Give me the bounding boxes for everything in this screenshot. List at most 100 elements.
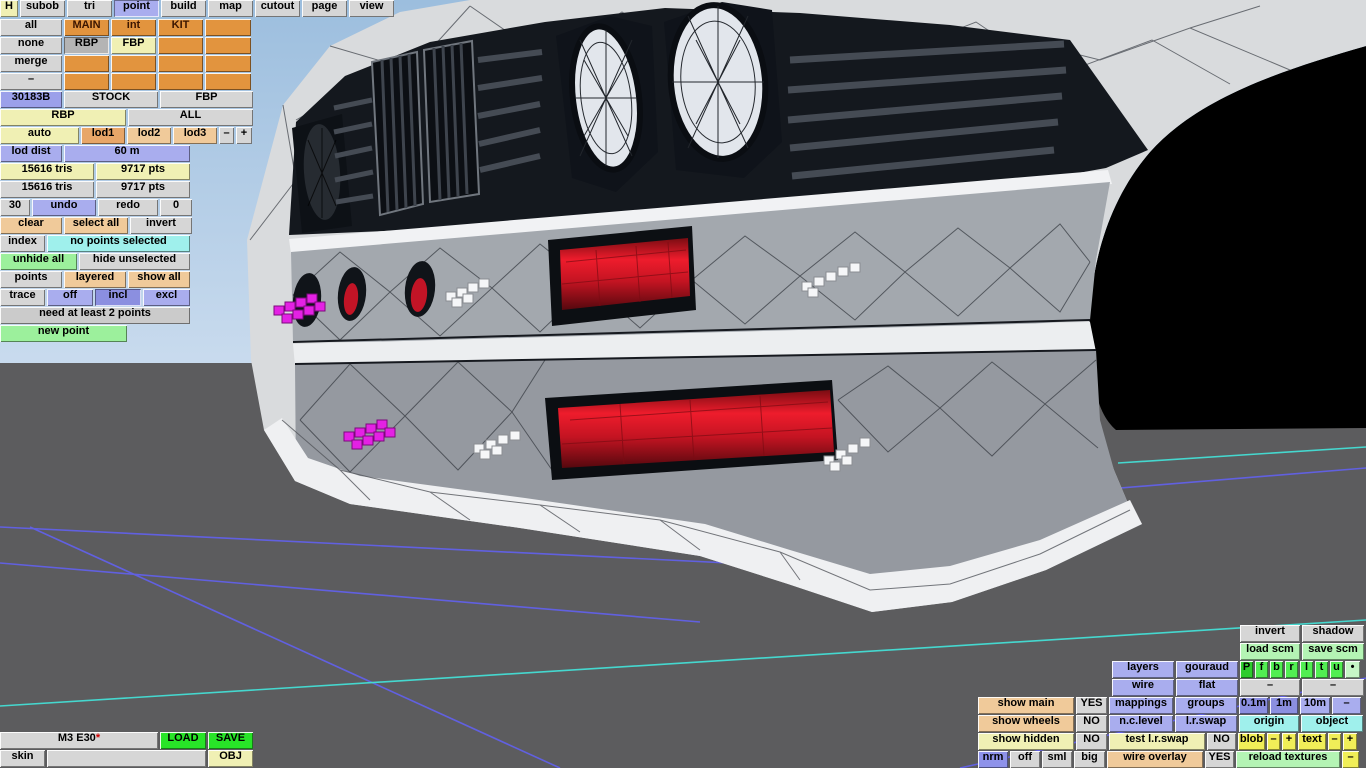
subob-slot-empty[interactable] xyxy=(205,73,251,90)
trace-off-button[interactable]: off xyxy=(47,289,93,306)
new-point-button[interactable]: new point xyxy=(0,325,127,342)
lod1-button[interactable]: lod1 xyxy=(81,127,125,144)
nrm-off-button[interactable]: off xyxy=(1010,751,1040,768)
subob-all-button[interactable]: all xyxy=(0,19,62,36)
reload-textures-button[interactable]: reload textures xyxy=(1236,751,1340,768)
text-button[interactable]: text xyxy=(1298,733,1326,750)
corner-dash-button[interactable]: – xyxy=(1342,751,1359,768)
subob-slot-empty[interactable] xyxy=(64,55,109,72)
menu-h[interactable]: H xyxy=(0,0,18,17)
subob-dash-button[interactable]: – xyxy=(0,73,62,90)
nrm-sml-button[interactable]: sml xyxy=(1042,751,1072,768)
gouraud-button[interactable]: gouraud xyxy=(1176,661,1238,678)
grid-dash-button[interactable]: – xyxy=(1332,697,1361,714)
load-button[interactable]: LOAD xyxy=(160,732,206,749)
wire-button[interactable]: wire xyxy=(1112,679,1174,696)
trace-incl-button[interactable]: incl xyxy=(95,289,141,306)
invert-shadow-button[interactable]: invert xyxy=(1240,625,1300,642)
object-button[interactable]: object xyxy=(1301,715,1363,732)
lod-minus-button[interactable]: – xyxy=(219,127,234,144)
channel-r-button[interactable]: r xyxy=(1285,661,1298,678)
dash-button-1[interactable]: – xyxy=(1240,679,1300,696)
subob-kit-button[interactable]: KIT xyxy=(158,19,203,36)
show-hidden-value[interactable]: NO xyxy=(1076,733,1107,750)
nrm-button[interactable]: nrm xyxy=(978,751,1008,768)
obj-button[interactable]: OBJ xyxy=(208,750,253,767)
menu-page[interactable]: page xyxy=(302,0,347,17)
layers-button[interactable]: layers xyxy=(1112,661,1174,678)
show-hidden-button[interactable]: show hidden xyxy=(978,733,1074,750)
show-wheels-value[interactable]: NO xyxy=(1076,715,1107,732)
grid-1m-button[interactable]: 1m xyxy=(1270,697,1298,714)
skin-button[interactable]: skin xyxy=(0,750,45,767)
grid-01m-button[interactable]: 0.1m xyxy=(1239,697,1268,714)
fbp-wide-button[interactable]: FBP xyxy=(160,91,253,108)
test-lr-swap-value[interactable]: NO xyxy=(1207,733,1236,750)
text-plus-button[interactable]: + xyxy=(1343,733,1357,750)
object-id-field[interactable]: 30183B xyxy=(0,91,62,108)
index-button[interactable]: index xyxy=(0,235,45,252)
subob-slot-empty[interactable] xyxy=(205,19,251,36)
load-scm-button[interactable]: load scm xyxy=(1240,643,1300,660)
channel-dot-button[interactable]: • xyxy=(1345,661,1360,678)
layered-button[interactable]: layered xyxy=(64,271,126,288)
menu-tri[interactable]: tri xyxy=(67,0,112,17)
save-button[interactable]: SAVE xyxy=(208,732,253,749)
stock-button[interactable]: STOCK xyxy=(64,91,158,108)
text-minus-button[interactable]: – xyxy=(1328,733,1341,750)
shadow-button[interactable]: shadow xyxy=(1302,625,1364,642)
clear-button[interactable]: clear xyxy=(0,217,62,234)
subob-slot-empty[interactable] xyxy=(111,73,156,90)
subob-main-button[interactable]: MAIN xyxy=(64,19,109,36)
undo-button[interactable]: undo xyxy=(32,199,96,216)
channel-p-button[interactable]: P xyxy=(1240,661,1253,678)
model-name-field[interactable]: M3 E30* xyxy=(0,732,158,749)
trace-excl-button[interactable]: excl xyxy=(143,289,190,306)
test-lr-swap-button[interactable]: test l.r.swap xyxy=(1109,733,1205,750)
lod-plus-button[interactable]: + xyxy=(236,127,252,144)
grid-10m-button[interactable]: 10m xyxy=(1300,697,1330,714)
blob-minus-button[interactable]: – xyxy=(1267,733,1280,750)
skin-name-field[interactable] xyxy=(47,750,206,767)
subob-slot-empty[interactable] xyxy=(158,37,203,54)
menu-map[interactable]: map xyxy=(208,0,253,17)
subob-slot-empty[interactable] xyxy=(205,55,251,72)
subob-slot-empty[interactable] xyxy=(158,55,203,72)
menu-subob[interactable]: subob xyxy=(20,0,65,17)
subob-int-button[interactable]: int xyxy=(111,19,156,36)
redo-button[interactable]: redo xyxy=(98,199,158,216)
nrm-big-button[interactable]: big xyxy=(1074,751,1105,768)
show-main-button[interactable]: show main xyxy=(978,697,1074,714)
lod3-button[interactable]: lod3 xyxy=(173,127,217,144)
channel-b-button[interactable]: b xyxy=(1270,661,1283,678)
mappings-button[interactable]: mappings xyxy=(1109,697,1173,714)
menu-view[interactable]: view xyxy=(349,0,394,17)
subob-fbp-button[interactable]: FBP xyxy=(111,37,156,54)
subob-slot-empty[interactable] xyxy=(64,73,109,90)
show-main-value[interactable]: YES xyxy=(1076,697,1107,714)
lod-dist-value[interactable]: 60 m xyxy=(64,145,190,162)
lr-swap-button[interactable]: l.r.swap xyxy=(1175,715,1237,732)
menu-point[interactable]: point xyxy=(114,0,159,17)
groups-button[interactable]: groups xyxy=(1175,697,1237,714)
subob-slot-empty[interactable] xyxy=(205,37,251,54)
menu-cutout[interactable]: cutout xyxy=(255,0,300,17)
channel-t-button[interactable]: t xyxy=(1315,661,1328,678)
wire-overlay-button[interactable]: wire overlay xyxy=(1107,751,1203,768)
hide-unselected-button[interactable]: hide unselected xyxy=(79,253,190,270)
subob-none-button[interactable]: none xyxy=(0,37,62,54)
blob-button[interactable]: blob xyxy=(1238,733,1265,750)
show-all-button[interactable]: show all xyxy=(128,271,190,288)
save-scm-button[interactable]: save scm xyxy=(1302,643,1364,660)
trace-button[interactable]: trace xyxy=(0,289,45,306)
origin-button[interactable]: origin xyxy=(1239,715,1299,732)
select-all-button[interactable]: select all xyxy=(64,217,128,234)
channel-l-button[interactable]: l xyxy=(1300,661,1313,678)
menu-build[interactable]: build xyxy=(161,0,206,17)
wire-overlay-value[interactable]: YES xyxy=(1205,751,1234,768)
show-wheels-button[interactable]: show wheels xyxy=(978,715,1074,732)
subob-rbp-button[interactable]: RBP xyxy=(64,37,109,54)
rbp-wide-button[interactable]: RBP xyxy=(0,109,126,126)
invert-selection-button[interactable]: invert xyxy=(130,217,192,234)
lod2-button[interactable]: lod2 xyxy=(127,127,171,144)
